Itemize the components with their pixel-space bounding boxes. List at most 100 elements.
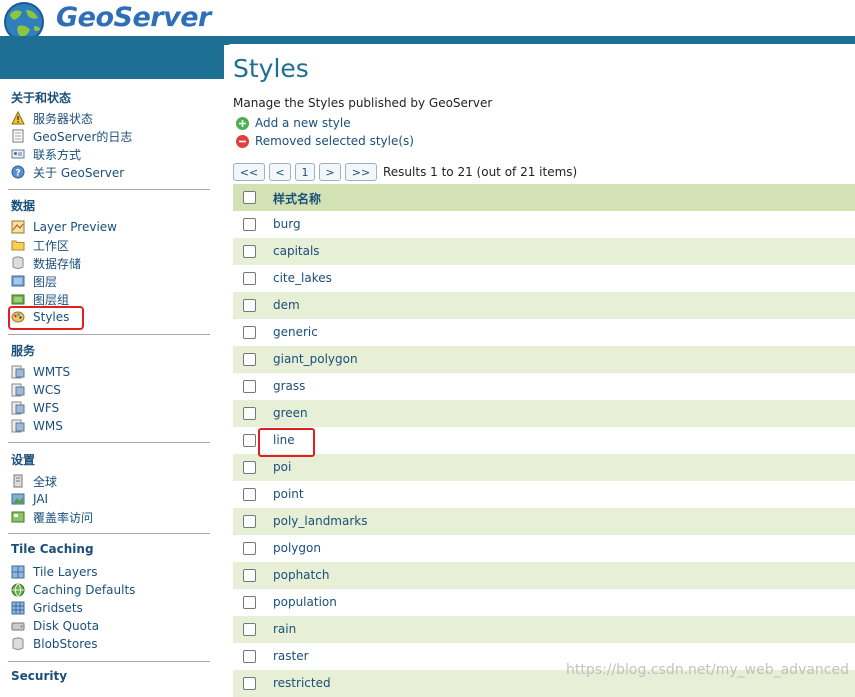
sidebar-item-wfs[interactable]: WFS: [11, 399, 59, 417]
first-page-button[interactable]: <<: [233, 163, 265, 181]
row-checkbox[interactable]: [243, 542, 256, 555]
sidebar-item-label: WFS: [33, 401, 60, 415]
sidebar-item-layer-preview[interactable]: Layer Preview: [11, 218, 117, 236]
row-checkbox[interactable]: [243, 272, 256, 285]
page-description: Manage the Styles published by GeoServer: [233, 96, 493, 110]
row-checkbox[interactable]: [243, 515, 256, 528]
sidebar-item-wms[interactable]: WMS: [11, 417, 63, 435]
grid-icon: [11, 565, 25, 579]
style-name-link[interactable]: grass: [273, 379, 305, 393]
row-checkbox[interactable]: [243, 407, 256, 420]
style-name-link[interactable]: green: [273, 406, 308, 420]
row-checkbox[interactable]: [243, 596, 256, 609]
row-checkbox[interactable]: [243, 569, 256, 582]
sidebar-item-jai[interactable]: JAI: [11, 490, 48, 508]
page-number-button[interactable]: 1: [295, 163, 315, 181]
sidebar-item-label: WCS: [33, 383, 61, 397]
sidebar-item-disk-quota[interactable]: Disk Quota: [11, 617, 99, 635]
row-checkbox[interactable]: [243, 488, 256, 501]
sidebar-divider: [8, 189, 210, 190]
sidebar-item-workspaces[interactable]: 工作区: [11, 236, 69, 254]
row-checkbox[interactable]: [243, 461, 256, 474]
svg-text:?: ?: [15, 169, 20, 179]
sidebar-item-blobstores[interactable]: BlobStores: [11, 635, 98, 653]
row-checkbox[interactable]: [243, 650, 256, 663]
style-name-link[interactable]: restricted: [273, 676, 331, 690]
sidebar-item-label: Caching Defaults: [33, 583, 136, 597]
row-checkbox[interactable]: [243, 677, 256, 690]
prev-page-button[interactable]: <: [269, 163, 291, 181]
table-header-row: 样式名称: [233, 184, 855, 211]
row-checkbox[interactable]: [243, 434, 256, 447]
style-name-link[interactable]: point: [273, 487, 304, 501]
sidebar-item-server-status[interactable]: 服务器状态: [11, 109, 93, 127]
help-icon: ?: [11, 165, 25, 179]
sidebar-item-global[interactable]: 全球: [11, 472, 57, 490]
column-header-style-name: 样式名称: [273, 192, 322, 206]
sidebar-item-layers[interactable]: 图层: [11, 272, 57, 290]
row-checkbox[interactable]: [243, 326, 256, 339]
globe-icon: [11, 583, 25, 597]
table-row: point: [233, 481, 855, 508]
sidebar-section-security: Security: [11, 669, 68, 683]
sidebar-item-logs[interactable]: GeoServer的日志: [11, 127, 132, 145]
table-row: population: [233, 589, 855, 616]
add-style-link[interactable]: Add a new style: [236, 114, 351, 132]
table-row: poi: [233, 454, 855, 481]
style-name-link[interactable]: population: [273, 595, 337, 609]
style-name-link[interactable]: generic: [273, 325, 318, 339]
sidebar-section-tile-caching: Tile Caching: [11, 542, 94, 556]
row-checkbox[interactable]: [243, 623, 256, 636]
style-name-link[interactable]: burg: [273, 217, 301, 231]
select-all-checkbox[interactable]: [243, 191, 256, 204]
sidebar-item-label: Tile Layers: [33, 565, 98, 579]
sidebar-item-contact[interactable]: 联系方式: [11, 145, 81, 163]
sidebar-item-wcs[interactable]: WCS: [11, 381, 61, 399]
remove-style-link[interactable]: Removed selected style(s): [236, 132, 414, 150]
sidebar-item-tile-layers[interactable]: Tile Layers: [11, 563, 98, 581]
app-header: GeoServer: [0, 0, 855, 42]
style-name-link[interactable]: rain: [273, 622, 296, 636]
style-name-link[interactable]: raster: [273, 649, 309, 663]
grid-icon: [11, 601, 25, 615]
sidebar-item-coverage-access[interactable]: 覆盖率访问: [11, 508, 93, 526]
sidebar-item-wmts[interactable]: WMTS: [11, 363, 70, 381]
sidebar-section-data: 数据: [11, 199, 36, 213]
sidebar-divider: [8, 533, 210, 534]
row-checkbox[interactable]: [243, 380, 256, 393]
style-name-link[interactable]: dem: [273, 298, 300, 312]
row-checkbox[interactable]: [243, 245, 256, 258]
document-icon: [11, 129, 25, 143]
last-page-button[interactable]: >>: [345, 163, 377, 181]
warning-icon: [11, 110, 25, 125]
row-checkbox[interactable]: [243, 353, 256, 366]
table-row: pophatch: [233, 562, 855, 589]
style-name-link[interactable]: poi: [273, 460, 291, 474]
sidebar-nav: 关于和状态 服务器状态 GeoServer的日志 联系方式 ? 关于 GeoSe…: [0, 79, 222, 690]
style-name-link[interactable]: poly_landmarks: [273, 514, 367, 528]
style-name-link[interactable]: pophatch: [273, 568, 329, 582]
sidebar-item-gridsets[interactable]: Gridsets: [11, 599, 83, 617]
service-icon: [11, 419, 25, 433]
sidebar-item-label: 服务器状态: [33, 111, 94, 126]
service-icon: [11, 383, 25, 397]
style-name-link[interactable]: giant_polygon: [273, 352, 358, 366]
row-checkbox[interactable]: [243, 299, 256, 312]
row-checkbox[interactable]: [243, 218, 256, 231]
disk-icon: [11, 619, 25, 633]
coverage-icon: [11, 510, 25, 524]
next-page-button[interactable]: >: [319, 163, 341, 181]
style-name-link[interactable]: cite_lakes: [273, 271, 332, 285]
sidebar-item-label: 联系方式: [33, 147, 82, 162]
style-name-link[interactable]: polygon: [273, 541, 321, 555]
page-title: Styles: [233, 54, 309, 83]
sidebar-item-about[interactable]: ? 关于 GeoServer: [11, 163, 124, 181]
app-title[interactable]: GeoServer: [56, 2, 211, 33]
sidebar-item-stores[interactable]: 数据存储: [11, 254, 81, 272]
service-icon: [11, 401, 25, 415]
sidebar-item-label: WMS: [33, 419, 63, 433]
sidebar-section-settings: 设置: [11, 453, 36, 467]
styles-highlight-box: [8, 306, 84, 330]
sidebar-item-caching-defaults[interactable]: Caching Defaults: [11, 581, 135, 599]
style-name-link[interactable]: capitals: [273, 244, 320, 258]
